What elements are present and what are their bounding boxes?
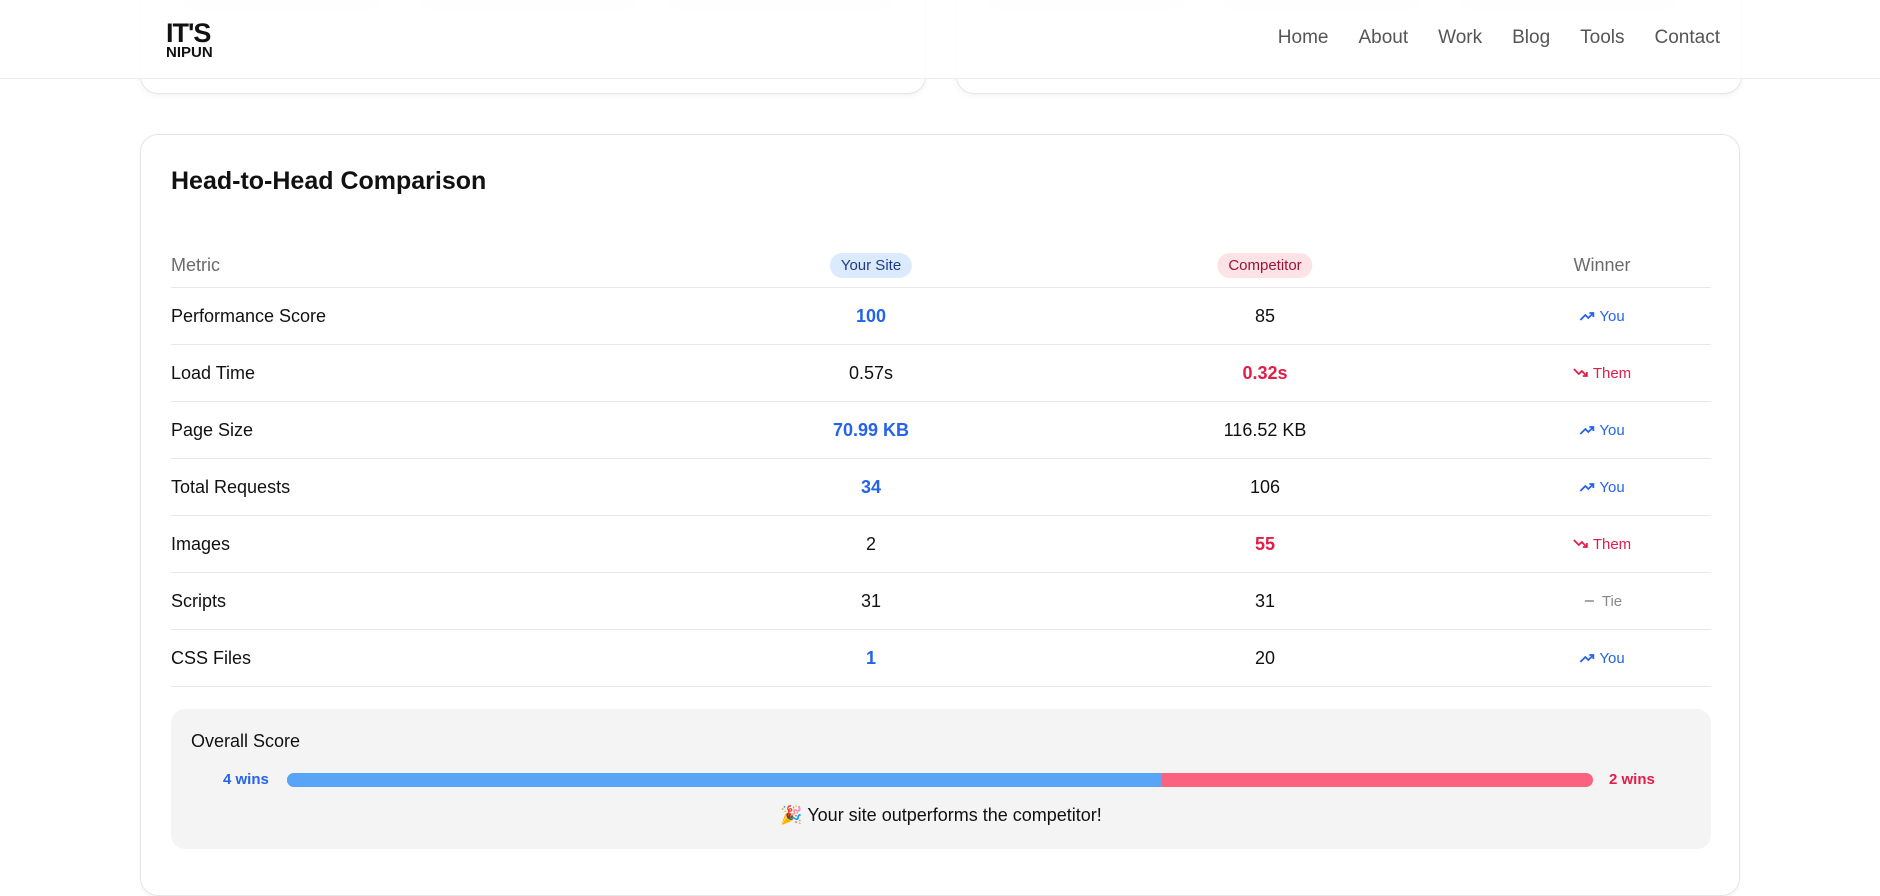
overall-score-panel: Overall Score 4 wins 2 wins 🎉 Your site … — [171, 709, 1711, 849]
metric-name: Performance Score — [171, 305, 327, 326]
competitor-value: 0.32s — [1242, 362, 1288, 383]
table-row: Page Size 70.99 KB 116.52 KB You — [171, 402, 1711, 459]
winner-label: You — [1599, 478, 1625, 496]
table-row: Performance Score 100 85 You — [171, 288, 1711, 345]
nav-work[interactable]: Work — [1438, 27, 1482, 49]
winner-badge: You — [1579, 307, 1625, 325]
table-header: Metric Your Site Competitor Winner — [171, 243, 1711, 288]
table-row: Images 2 55 Them — [171, 516, 1711, 573]
competitor-value: 31 — [1254, 590, 1276, 611]
overall-score-title: Overall Score — [191, 731, 301, 751]
table-row: Scripts 31 31 Tie — [171, 573, 1711, 630]
winner-label: Them — [1592, 535, 1632, 553]
winner-badge: You — [1579, 421, 1625, 439]
competitor-value: 106 — [1249, 476, 1281, 497]
competitor-value: 85 — [1254, 305, 1276, 326]
header-metric: Metric — [171, 254, 220, 275]
your-site-value: 0.57s — [848, 362, 894, 383]
winner-label: Them — [1592, 364, 1632, 382]
main-nav: Home About Work Blog Tools Contact — [1278, 27, 1720, 49]
nav-home[interactable]: Home — [1278, 27, 1329, 49]
logo-line-1: IT'S — [166, 18, 211, 48]
competitor-value: 55 — [1254, 533, 1276, 554]
site-header: IT'S NIPUN Home About Work Blog Tools Co… — [0, 0, 1880, 79]
trending-up-icon — [1579, 654, 1595, 663]
header-competitor: Competitor — [1217, 252, 1313, 278]
your-site-value: 31 — [860, 590, 882, 611]
header-winner: Winner — [1573, 254, 1631, 275]
score-bar-you-fill — [287, 773, 1163, 787]
header-your-site: Your Site — [829, 252, 913, 278]
your-site-value: 70.99 KB — [832, 419, 910, 440]
winner-label: You — [1599, 421, 1625, 439]
your-site-value: 1 — [865, 647, 877, 668]
nav-blog[interactable]: Blog — [1512, 27, 1550, 49]
metric-name: Images — [171, 533, 231, 554]
score-message: 🎉 Your site outperforms the competitor! — [171, 805, 1711, 826]
metric-name: CSS Files — [171, 647, 252, 668]
nav-tools[interactable]: Tools — [1580, 27, 1624, 49]
competitor-value: 20 — [1254, 647, 1276, 668]
your-site-value: 2 — [865, 533, 877, 554]
comparison-title: Head-to-Head Comparison — [171, 167, 487, 195]
winner-badge: You — [1579, 478, 1625, 496]
winner-badge: Them — [1573, 365, 1631, 382]
nav-contact[interactable]: Contact — [1655, 27, 1720, 49]
nav-about[interactable]: About — [1358, 27, 1408, 49]
comparison-table: Metric Your Site Competitor Winner Perfo… — [171, 243, 1711, 687]
comparison-card: Head-to-Head Comparison Metric Your Site… — [140, 134, 1740, 896]
trending-up-icon — [1579, 426, 1595, 435]
table-row: Total Requests 34 106 You — [171, 459, 1711, 516]
metric-name: Page Size — [171, 419, 254, 440]
competitor-wins-count: 2 wins — [1609, 771, 1655, 788]
winner-label: You — [1599, 649, 1625, 667]
metric-name: Scripts — [171, 590, 227, 611]
party-icon: 🎉 — [780, 805, 803, 825]
winner-label: Tie — [1601, 592, 1623, 610]
metric-name: Load Time — [171, 362, 256, 383]
trending-down-icon — [1573, 368, 1588, 377]
your-site-value: 100 — [855, 305, 887, 326]
table-row: Load Time 0.57s 0.32s Them — [171, 345, 1711, 402]
your-wins-count: 4 wins — [223, 771, 269, 788]
score-bar — [287, 773, 1593, 787]
trending-up-icon — [1579, 483, 1595, 492]
metric-name: Total Requests — [171, 476, 291, 497]
winner-label: You — [1599, 307, 1625, 325]
table-row: CSS Files 1 20 You — [171, 630, 1711, 687]
winner-badge: You — [1579, 649, 1625, 667]
site-logo[interactable]: IT'S NIPUN — [166, 18, 236, 61]
winner-badge: Tie — [1582, 593, 1622, 610]
trending-down-icon — [1573, 539, 1588, 548]
minus-icon — [1584, 600, 1594, 602]
score-message-text: Your site outperforms the competitor! — [807, 805, 1102, 825]
logo-line-2: NIPUN — [166, 44, 213, 61]
competitor-value: 116.52 KB — [1223, 419, 1307, 440]
trending-up-icon — [1579, 312, 1595, 321]
your-site-value: 34 — [860, 476, 882, 497]
winner-badge: Them — [1573, 536, 1631, 553]
